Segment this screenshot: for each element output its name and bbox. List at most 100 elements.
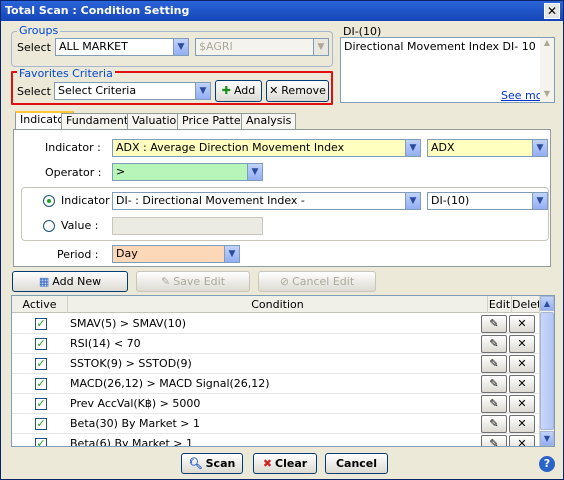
active-checkbox[interactable]: ✓ xyxy=(35,418,47,430)
add-criteria-button[interactable]: ✚ Add xyxy=(215,80,262,102)
table-row[interactable]: ✓ RSI(14) < 70 ✎ ✕ xyxy=(12,334,539,354)
cancel-edit-condition-button[interactable]: ⊘Cancel Edit Condition xyxy=(258,271,376,308)
header-condition: Condition xyxy=(68,296,488,313)
chevron-down-icon: ▼ xyxy=(405,140,420,156)
add-condition-icon: ▦ xyxy=(38,275,50,288)
remove-criteria-button[interactable]: ✕ Remove xyxy=(266,80,329,102)
delete-button[interactable]: ✕ xyxy=(509,315,535,333)
delete-button[interactable]: ✕ xyxy=(509,355,535,373)
value-input[interactable] xyxy=(112,217,263,235)
cmp-indicator-param-select[interactable]: DI-(10) ▼ xyxy=(427,192,548,210)
help-icon[interactable]: ? xyxy=(539,456,555,472)
active-checkbox[interactable]: ✓ xyxy=(35,338,47,350)
scroll-up-icon[interactable]: ▲ xyxy=(540,296,554,311)
active-checkbox[interactable]: ✓ xyxy=(35,378,47,390)
pencil-icon: ✎ xyxy=(489,357,499,370)
table-row[interactable]: ✓ Prev AccVal(K฿) > 5000 ✎ ✕ xyxy=(12,394,539,414)
description-box: Directional Movement Index DI- 10 See mo… xyxy=(340,37,555,103)
value-label: Value : xyxy=(61,219,99,232)
table-row[interactable]: ✓ Beta(6) By Market > 1 ✎ ✕ xyxy=(12,434,539,447)
edit-button[interactable]: ✎ xyxy=(481,395,507,413)
header-delete: Delete xyxy=(512,298,549,311)
indicator-panel: Indicator : ADX : Average Direction Move… xyxy=(13,129,551,267)
close-icon: ✕ xyxy=(517,377,527,390)
close-icon: ✕ xyxy=(269,84,279,97)
favorites-select-label: Select : xyxy=(17,85,59,98)
cmp-indicator-select[interactable]: DI- : Directional Movement Index - ▼ xyxy=(112,192,421,210)
cmp-indicator-param-value: DI-(10) xyxy=(431,194,470,207)
close-icon: ✕ xyxy=(517,317,527,330)
indicator-select[interactable]: ADX : Average Direction Movement Index ▼ xyxy=(112,139,421,157)
operator-select-value: > xyxy=(116,165,126,178)
description-scrollbar[interactable]: ▲ ▼ xyxy=(540,38,554,102)
scroll-thumb[interactable] xyxy=(540,312,554,430)
symbol-select[interactable]: $AGRI ▼ xyxy=(195,38,329,56)
active-checkbox[interactable]: ✓ xyxy=(35,358,47,370)
scan-label: Scan xyxy=(205,457,236,470)
delete-button[interactable]: ✕ xyxy=(509,395,535,413)
period-label: Period : xyxy=(57,248,99,261)
scan-button[interactable]: 🔍︎ Scan xyxy=(181,453,243,474)
edit-button[interactable]: ✎ xyxy=(481,375,507,393)
active-checkbox[interactable]: ✓ xyxy=(35,438,47,446)
edit-button[interactable]: ✎ xyxy=(481,355,507,373)
condition-text: Prev AccVal(K฿) > 5000 xyxy=(70,397,201,410)
criteria-select[interactable]: Select Criteria ▼ xyxy=(54,82,211,100)
scroll-down-icon[interactable]: ▼ xyxy=(540,89,554,102)
grid-scrollbar[interactable]: ▲ ▼ xyxy=(539,296,554,446)
edit-button[interactable]: ✎ xyxy=(481,315,507,333)
chevron-down-icon: ▼ xyxy=(247,164,262,180)
tab-analysis[interactable]: Analysis xyxy=(241,113,297,129)
indicator-param-select[interactable]: ADX ▼ xyxy=(427,139,548,157)
header-active: Active xyxy=(12,296,68,313)
table-row[interactable]: ✓ Beta(30) By Market > 1 ✎ ✕ xyxy=(12,414,539,434)
indicator-radio[interactable] xyxy=(43,195,55,207)
chevron-down-icon: ▼ xyxy=(532,193,547,209)
edit-icon: ✎ xyxy=(160,275,171,288)
delete-button[interactable]: ✕ xyxy=(509,415,535,433)
delete-button[interactable]: ✕ xyxy=(509,435,535,447)
cancel-button[interactable]: Cancel xyxy=(325,453,388,474)
edit-button[interactable]: ✎ xyxy=(481,415,507,433)
edit-button[interactable]: ✎ xyxy=(481,335,507,353)
description-text: Directional Movement Index DI- 10 xyxy=(344,40,536,53)
symbol-select-value: $AGRI xyxy=(199,40,233,53)
active-checkbox[interactable]: ✓ xyxy=(35,398,47,410)
close-icon: ✕ xyxy=(517,437,527,447)
delete-button[interactable]: ✕ xyxy=(509,375,535,393)
title-bar: Total Scan : Condition Setting ✕ xyxy=(1,1,563,21)
delete-button[interactable]: ✕ xyxy=(509,335,535,353)
cancel-icon: ⊘ xyxy=(279,275,290,288)
add-icon: ✚ xyxy=(221,84,231,97)
grid-header: Active Condition Edit Delete xyxy=(12,296,549,313)
edit-button[interactable]: ✎ xyxy=(481,435,507,446)
save-edit-condition-button[interactable]: ✎Save Edit Condition xyxy=(136,271,250,308)
active-checkbox[interactable]: ✓ xyxy=(35,318,47,330)
market-select[interactable]: ALL MARKET ▼ xyxy=(55,38,189,56)
clear-icon: ✖ xyxy=(262,457,273,470)
scroll-down-icon[interactable]: ▼ xyxy=(540,431,554,446)
table-row[interactable]: ✓ SMAV(5) > SMAV(10) ✎ ✕ xyxy=(12,314,539,334)
cancel-label: Cancel xyxy=(335,457,378,470)
table-row[interactable]: ✓ SSTOK(9) > SSTOD(9) ✎ ✕ xyxy=(12,354,539,374)
close-button[interactable]: ✕ xyxy=(544,3,560,19)
condition-setting-window: Total Scan : Condition Setting ✕ Groups … xyxy=(0,0,564,480)
operator-select[interactable]: > ▼ xyxy=(112,163,263,181)
close-icon: ✕ xyxy=(517,397,527,410)
period-select[interactable]: Day ▼ xyxy=(112,245,240,263)
indicator-select-value: ADX : Average Direction Movement Index xyxy=(116,141,345,154)
operator-label: Operator : xyxy=(45,166,102,179)
pencil-icon: ✎ xyxy=(489,417,499,430)
condition-text: Beta(30) By Market > 1 xyxy=(70,417,201,430)
scroll-up-icon[interactable]: ▲ xyxy=(540,38,554,51)
add-new-condition-button[interactable]: ▦Add New Condition xyxy=(12,271,128,308)
add-label: Add xyxy=(233,84,256,97)
pencil-icon: ✎ xyxy=(489,337,499,350)
pencil-icon: ✎ xyxy=(489,397,499,410)
search-icon: 🔍︎ xyxy=(188,457,203,470)
value-radio[interactable] xyxy=(43,220,55,232)
clear-button[interactable]: ✖ Clear xyxy=(253,453,317,474)
condition-text: Beta(6) By Market > 1 xyxy=(70,437,194,447)
chevron-down-icon: ▼ xyxy=(173,39,188,55)
table-row[interactable]: ✓ MACD(26,12) > MACD Signal(26,12) ✎ ✕ xyxy=(12,374,539,394)
